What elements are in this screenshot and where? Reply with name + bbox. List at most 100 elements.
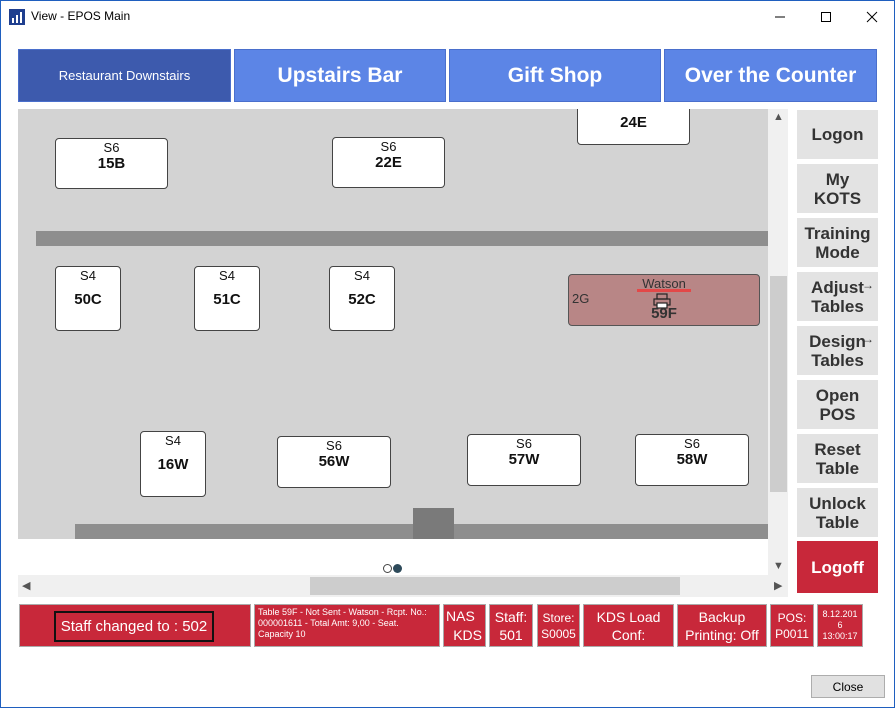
arrow-right-icon: → <box>862 332 874 346</box>
table-seats: S4 <box>354 268 370 283</box>
staff-label: Staff: <box>494 608 528 625</box>
logon-button[interactable]: Logon <box>797 110 878 159</box>
kds-load-value: Conf: <box>611 626 646 643</box>
table-name: 15B <box>97 155 126 172</box>
table-56w[interactable]: S6 56W <box>277 436 391 488</box>
backup-printing-panel[interactable]: Backup Printing: Off <box>677 604 767 647</box>
table-15b[interactable]: S6 15B <box>55 138 168 189</box>
vertical-scroll-thumb[interactable] <box>770 276 787 492</box>
kds-load-panel[interactable]: KDS Load Conf: <box>583 604 674 647</box>
staff-changed-message: Staff changed to : 502 <box>54 611 214 642</box>
date-part-2: 6 <box>837 620 843 630</box>
button-label: Tables <box>811 350 864 370</box>
design-tables-button[interactable]: → Design Tables <box>797 326 878 375</box>
table-seats: S4 <box>80 268 96 283</box>
button-label: KOTS <box>813 188 862 208</box>
table-seats: S4 <box>165 433 181 448</box>
time-value: 13:00:17 <box>822 631 858 641</box>
table-57w[interactable]: S6 57W <box>467 434 581 486</box>
table-seats: S4 <box>219 268 235 283</box>
button-label: Open <box>815 385 860 405</box>
table-16w[interactable]: S4 16W <box>140 431 206 497</box>
nas-label: NAS <box>446 608 475 624</box>
table-51c[interactable]: S4 51C <box>194 266 260 331</box>
open-pos-button[interactable]: Open POS <box>797 380 878 429</box>
window-title: View - EPOS Main <box>31 9 131 23</box>
store-label: Store: <box>542 610 575 625</box>
table-52c[interactable]: S4 52C <box>329 266 395 331</box>
scroll-left-icon[interactable]: ◀ <box>22 579 30 592</box>
button-label: POS <box>819 404 856 424</box>
button-label: My <box>825 169 850 189</box>
table-name: 57W <box>508 451 540 468</box>
scroll-right-icon[interactable]: ▶ <box>774 579 782 592</box>
staff-value: 501 <box>499 626 523 643</box>
table-info-panel: Table 59F - Not Sent - Watson - Rcpt. No… <box>254 604 440 647</box>
table-59f[interactable]: Watson 2G 59F <box>568 274 760 326</box>
table-50c[interactable]: S4 50C <box>55 266 121 331</box>
vertical-scrollbar[interactable]: ▲ ▼ <box>768 109 788 575</box>
backup-value: Printing: Off <box>685 626 759 643</box>
tab-over-the-counter[interactable]: Over the Counter <box>664 49 877 102</box>
maximize-button[interactable] <box>803 1 849 32</box>
button-label: Mode <box>815 242 860 262</box>
table-seats <box>578 109 689 112</box>
scroll-up-icon[interactable]: ▲ <box>773 111 784 123</box>
store-value: S0005 <box>541 626 576 641</box>
table-name: 50C <box>74 291 102 308</box>
table-58w[interactable]: S6 58W <box>635 434 749 486</box>
adjust-tables-button[interactable]: → Adjust Tables <box>797 272 878 321</box>
horizontal-scroll-thumb[interactable] <box>310 577 680 595</box>
button-label: Training <box>804 223 871 243</box>
close-icon <box>866 11 878 22</box>
title-bar: View - EPOS Main <box>1 1 894 32</box>
date-part-1: 8.12.201 <box>822 609 858 619</box>
guest-count: 2G <box>572 291 590 306</box>
page-dot-2[interactable] <box>393 564 402 573</box>
button-label: Adjust <box>811 277 864 297</box>
table-seats: S6 <box>516 436 532 451</box>
status-message-panel: Staff changed to : 502 <box>19 604 251 647</box>
datetime-panel: 8.12.201 6 13:00:17 <box>817 604 863 647</box>
pos-panel[interactable]: POS: P0011 <box>770 604 814 647</box>
unlock-table-button[interactable]: Unlock Table <box>797 488 878 537</box>
scroll-down-icon[interactable]: ▼ <box>773 560 784 572</box>
reset-table-button[interactable]: Reset Table <box>797 434 878 483</box>
button-label: Table <box>815 512 860 532</box>
table-name: 51C <box>213 291 241 308</box>
horizontal-scrollbar[interactable]: ◀ ▶ <box>18 575 788 597</box>
table-22e[interactable]: S6 22E <box>332 137 445 188</box>
maximize-icon <box>821 11 831 22</box>
button-label: Tables <box>811 296 864 316</box>
button-label: Logon <box>811 125 864 144</box>
table-name: 22E <box>375 154 402 171</box>
close-button[interactable]: Close <box>811 675 885 698</box>
door-block <box>413 508 454 539</box>
table-seats: S6 <box>326 438 342 453</box>
backup-label: Backup <box>698 608 746 625</box>
floor-plan: S6 15B S6 22E 24E S4 50C S4 51C S4 52C W… <box>18 109 768 539</box>
button-label: Design <box>809 331 866 351</box>
table-name: 59F <box>651 305 677 322</box>
table-24e[interactable]: 24E <box>577 109 690 145</box>
kds-label: KDS <box>453 627 482 643</box>
minimize-icon <box>775 16 785 17</box>
staff-panel[interactable]: Staff: 501 <box>489 604 533 647</box>
my-kots-button[interactable]: My KOTS <box>797 164 878 213</box>
bar-chart-icon <box>9 9 25 25</box>
table-seats: S6 <box>380 139 397 154</box>
page-dot-1[interactable] <box>383 564 392 573</box>
tab-restaurant-downstairs[interactable]: Restaurant Downstairs <box>18 49 231 102</box>
logoff-button[interactable]: Logoff <box>797 541 878 593</box>
training-mode-button[interactable]: Training Mode <box>797 218 878 267</box>
button-label: Reset <box>814 439 861 459</box>
pos-label: POS: <box>777 610 807 625</box>
nas-kds-panel[interactable]: NAS KDS <box>443 604 486 647</box>
store-panel[interactable]: Store: S0005 <box>537 604 580 647</box>
button-label: Unlock <box>809 493 866 513</box>
tab-gift-shop[interactable]: Gift Shop <box>449 49 661 102</box>
close-window-button[interactable] <box>849 1 895 32</box>
tab-upstairs-bar[interactable]: Upstairs Bar <box>234 49 446 102</box>
table-name: 52C <box>348 291 376 308</box>
minimize-button[interactable] <box>757 1 803 32</box>
